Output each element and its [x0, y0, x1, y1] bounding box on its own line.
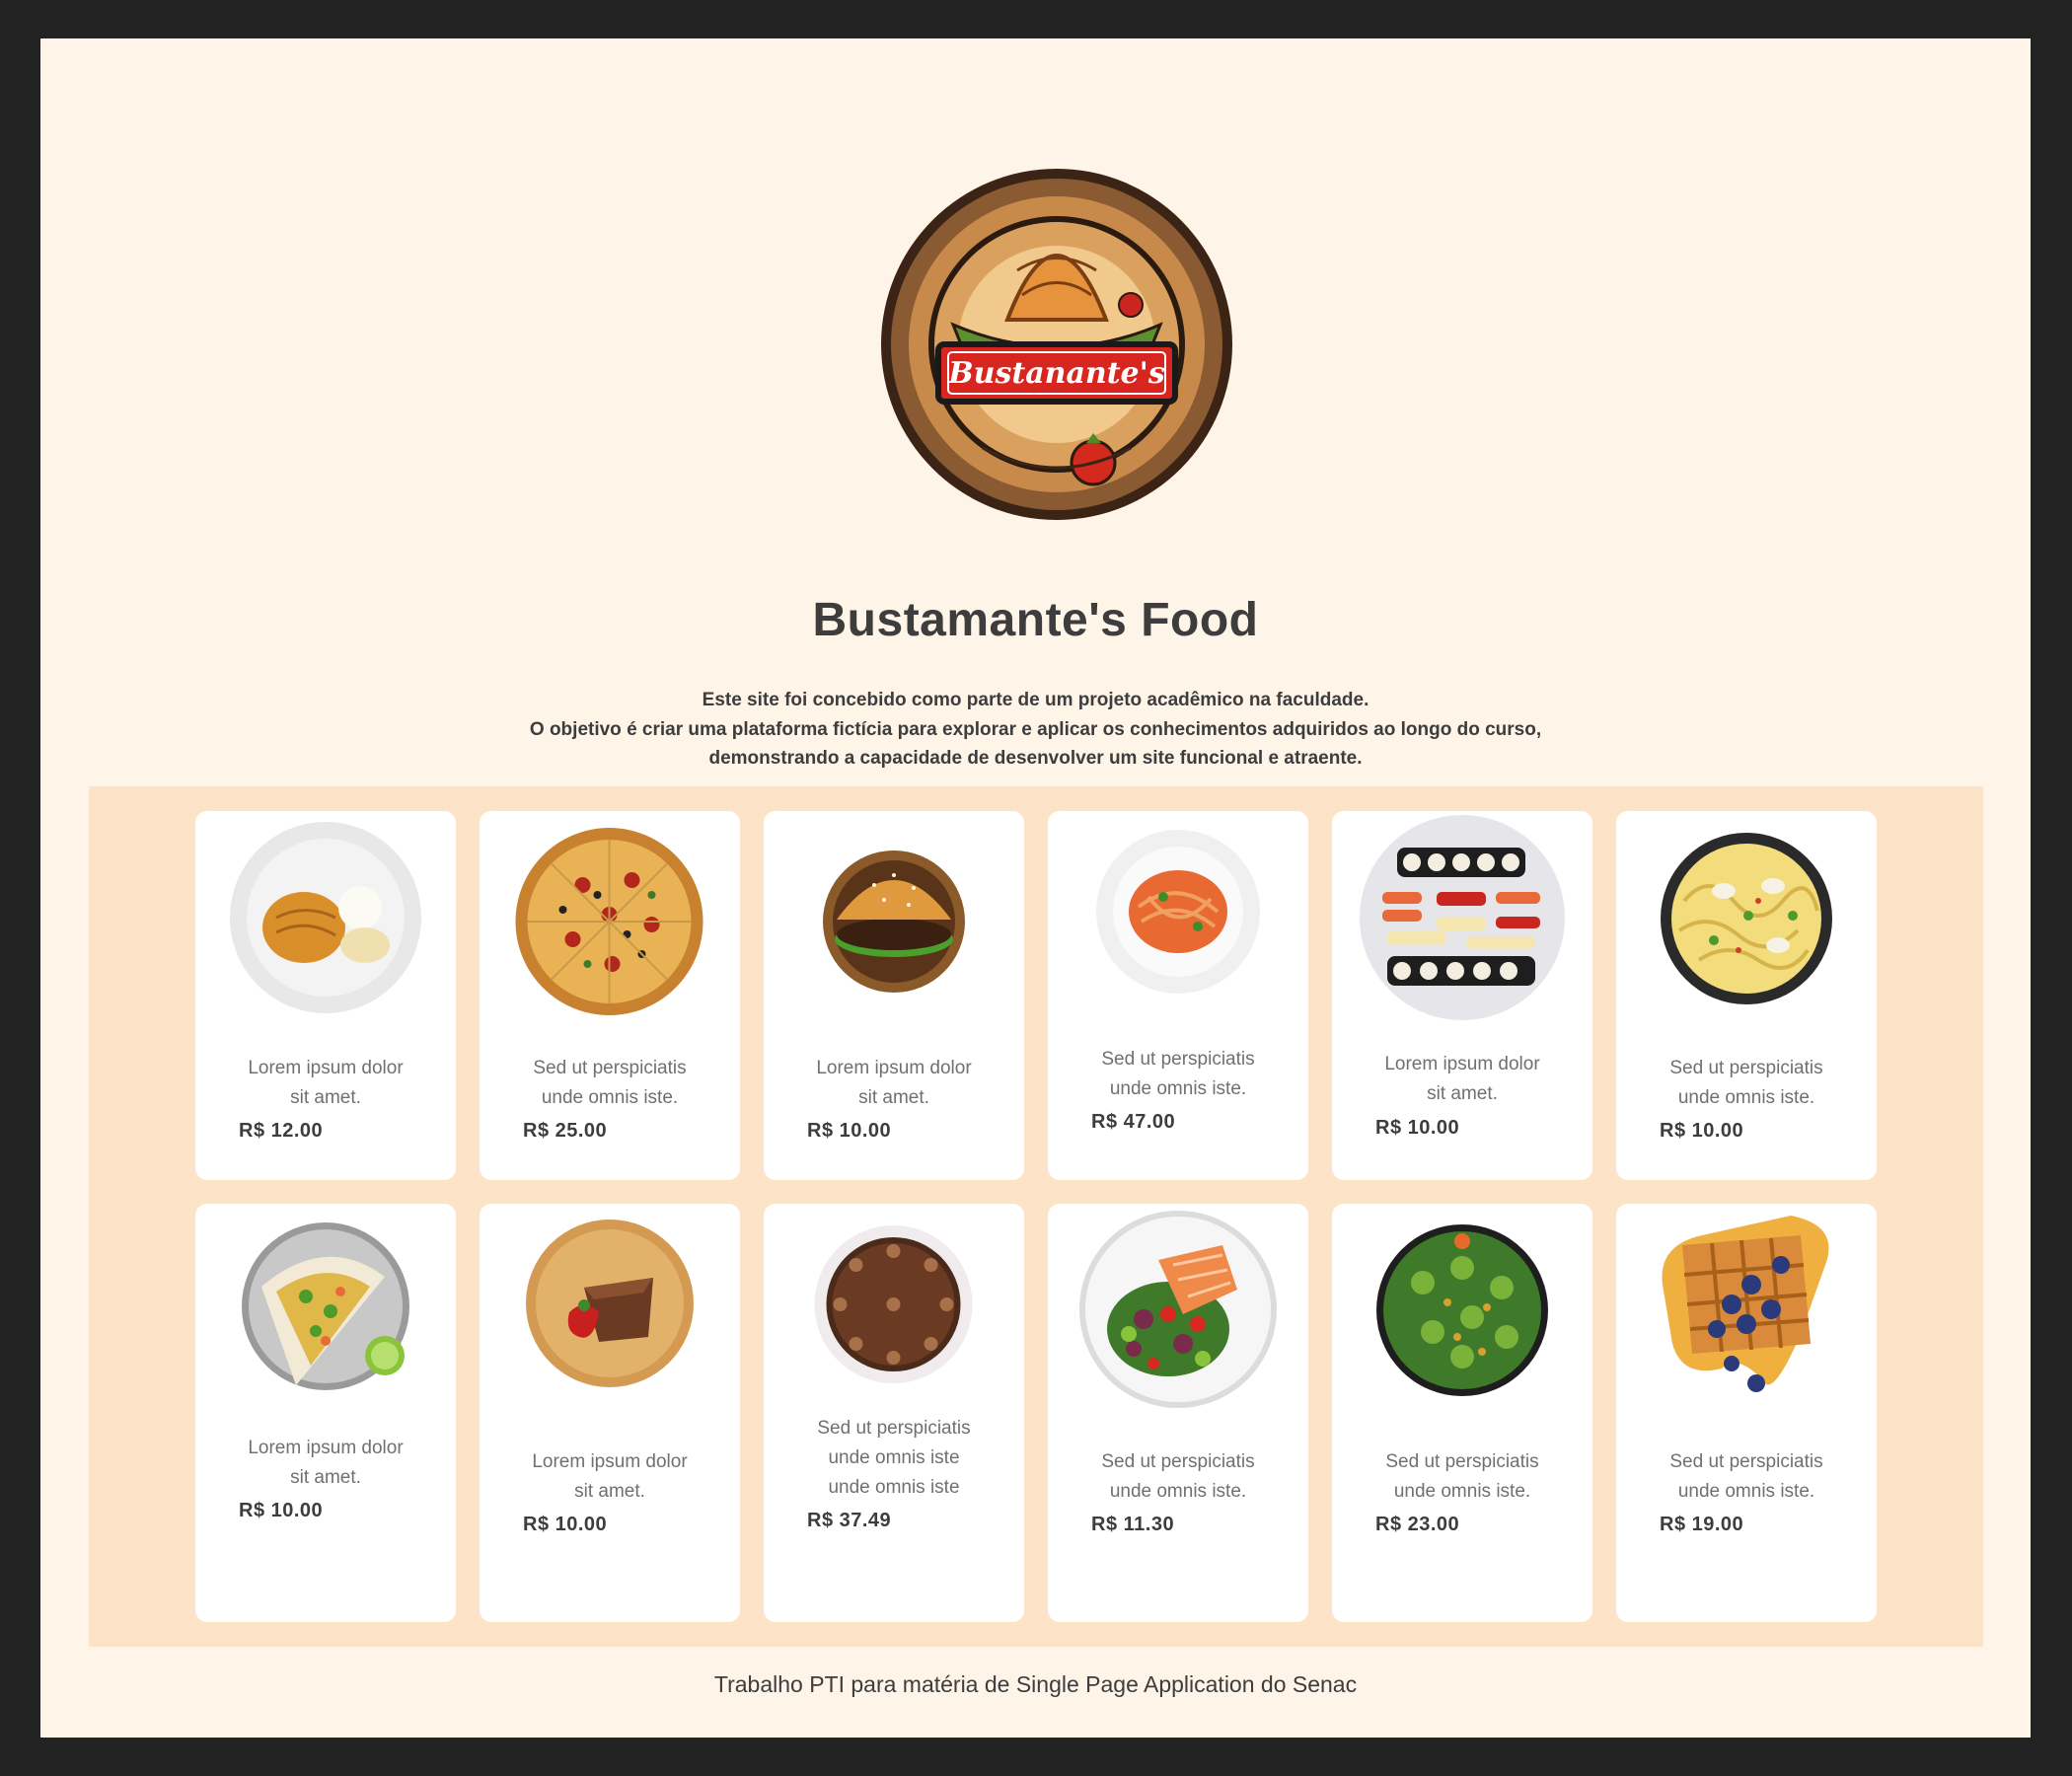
- desc-line: sit amet.: [290, 1467, 361, 1488]
- desc-line: sit amet.: [290, 1087, 361, 1108]
- desc-line: Lorem ipsum dolor: [816, 1058, 972, 1078]
- item-description: Sed ut perspiciatis unde omnis iste.: [1062, 1447, 1295, 1507]
- restaurant-logo: Bustanante's: [835, 122, 1279, 566]
- page: Bustanante's Bustamante's Food Este site…: [40, 38, 2031, 1738]
- tacos-icon: [237, 1218, 414, 1395]
- green-salad-icon: [1373, 1223, 1551, 1401]
- chocolate-cake-icon: [813, 1223, 976, 1386]
- desc-line: Sed ut perspiciatis: [1669, 1058, 1823, 1078]
- menu-card[interactable]: Lorem ipsum dolor sit amet. R$ 10.00: [764, 811, 1024, 1180]
- desc-line: unde omnis iste.: [1677, 1087, 1815, 1108]
- desc-line: Sed ut perspiciatis: [533, 1058, 687, 1078]
- pizza-icon: [504, 816, 716, 1028]
- desc-line: unde omnis iste.: [1109, 1078, 1247, 1099]
- desc-line: unde omnis iste.: [541, 1087, 679, 1108]
- item-price: R$ 23.00: [1375, 1514, 1460, 1535]
- item-price: R$ 47.00: [1091, 1111, 1176, 1133]
- desc-line: sit amet.: [1427, 1083, 1498, 1104]
- item-description: Sed ut perspiciatis unde omnis iste.: [1062, 1045, 1295, 1104]
- desc-line: unde omnis iste.: [1677, 1481, 1815, 1502]
- burger-icon: [820, 841, 968, 999]
- intro-line: demonstrando a capacidade de desenvolver…: [708, 748, 1363, 769]
- page-title: Bustamante's Food: [812, 594, 1259, 646]
- desc-line: Sed ut perspiciatis: [1101, 1451, 1255, 1472]
- desc-line: Sed ut perspiciatis: [817, 1418, 971, 1439]
- item-price: R$ 10.00: [1660, 1120, 1744, 1142]
- desc-line: sit amet.: [858, 1087, 929, 1108]
- item-description: Sed ut perspiciatis unde omnis iste.: [1630, 1447, 1863, 1507]
- item-description: Lorem ipsum dolor sit amet.: [209, 1054, 442, 1113]
- menu-card[interactable]: Sed ut perspiciatis unde omnis iste. R$ …: [1616, 811, 1877, 1180]
- menu-card[interactable]: Sed ut perspiciatis unde omnis iste. R$ …: [1332, 1204, 1592, 1622]
- menu-card[interactable]: Lorem ipsum dolor sit amet. R$ 10.00: [195, 1204, 456, 1622]
- intro-text: Este site foi concebido como parte de um…: [40, 686, 2031, 774]
- salmon-salad-icon: [1074, 1206, 1282, 1413]
- desc-line: unde omnis iste.: [1109, 1481, 1247, 1502]
- intro-line: Este site foi concebido como parte de um…: [702, 690, 1369, 710]
- waffle-icon: [1643, 1206, 1850, 1413]
- item-description: Sed ut perspiciatis unde omnis iste.: [493, 1054, 726, 1113]
- item-description: Lorem ipsum dolor sit amet.: [777, 1054, 1010, 1113]
- item-description: Lorem ipsum dolor sit amet.: [493, 1447, 726, 1507]
- item-price: R$ 19.00: [1660, 1514, 1744, 1535]
- desc-line: unde omnis iste: [828, 1477, 960, 1498]
- menu-card[interactable]: Lorem ipsum dolor sit amet. R$ 10.00: [480, 1204, 740, 1622]
- chicken-rice-plate-icon: [227, 819, 424, 1016]
- desc-line: Lorem ipsum dolor: [248, 1438, 404, 1458]
- logo-emblem-icon: Bustanante's: [881, 169, 1232, 520]
- item-description: Lorem ipsum dolor sit amet.: [1346, 1050, 1579, 1109]
- intro-line: O objetivo é criar uma plataforma fictíc…: [529, 718, 1542, 740]
- menu-card[interactable]: Lorem ipsum dolor sit amet. R$ 10.00: [1332, 811, 1592, 1180]
- menu-card[interactable]: Sed ut perspiciatis unde omnis iste. R$ …: [1048, 811, 1308, 1180]
- desc-line: Lorem ipsum dolor: [248, 1058, 404, 1078]
- item-price: R$ 25.00: [523, 1120, 608, 1142]
- menu-card[interactable]: Sed ut perspiciatis unde omnis iste unde…: [764, 1204, 1024, 1622]
- menu-card[interactable]: Sed ut perspiciatis unde omnis iste. R$ …: [480, 811, 740, 1180]
- item-description: Lorem ipsum dolor sit amet.: [209, 1434, 442, 1493]
- item-price: R$ 10.00: [1375, 1117, 1460, 1139]
- item-price: R$ 37.49: [807, 1510, 892, 1531]
- item-price: R$ 11.30: [1091, 1514, 1175, 1535]
- item-description: Sed ut perspiciatis unde omnis iste.: [1346, 1447, 1579, 1507]
- menu-card[interactable]: Sed ut perspiciatis unde omnis iste. R$ …: [1048, 1204, 1308, 1622]
- menu-card[interactable]: Lorem ipsum dolor sit amet. R$ 12.00: [195, 811, 456, 1180]
- desc-line: Sed ut perspiciatis: [1385, 1451, 1539, 1472]
- desc-line: Lorem ipsum dolor: [1384, 1054, 1540, 1074]
- desc-line: unde omnis iste: [828, 1447, 960, 1468]
- desc-line: unde omnis iste.: [1393, 1481, 1531, 1502]
- cake-slice-icon: [525, 1219, 695, 1388]
- logo-text: Bustanante's: [947, 356, 1165, 391]
- item-price: R$ 10.00: [807, 1120, 892, 1142]
- item-description: Sed ut perspiciatis unde omnis iste unde…: [777, 1414, 1010, 1503]
- item-price: R$ 12.00: [239, 1120, 324, 1142]
- sushi-platter-icon: [1358, 813, 1567, 1022]
- desc-line: sit amet.: [574, 1481, 645, 1502]
- desc-line: Sed ut perspiciatis: [1669, 1451, 1823, 1472]
- item-description: Sed ut perspiciatis unde omnis iste.: [1630, 1054, 1863, 1113]
- menu-card[interactable]: Sed ut perspiciatis unde omnis iste. R$ …: [1616, 1204, 1877, 1622]
- item-price: R$ 10.00: [523, 1514, 608, 1535]
- noodle-bowl-icon: [1660, 832, 1833, 1005]
- desc-line: Lorem ipsum dolor: [532, 1451, 688, 1472]
- item-price: R$ 10.00: [239, 1500, 324, 1521]
- desc-line: Sed ut perspiciatis: [1101, 1049, 1255, 1070]
- spaghetti-icon: [1094, 828, 1262, 996]
- footer-text: Trabalho PTI para matéria de Single Page…: [713, 1671, 1358, 1697]
